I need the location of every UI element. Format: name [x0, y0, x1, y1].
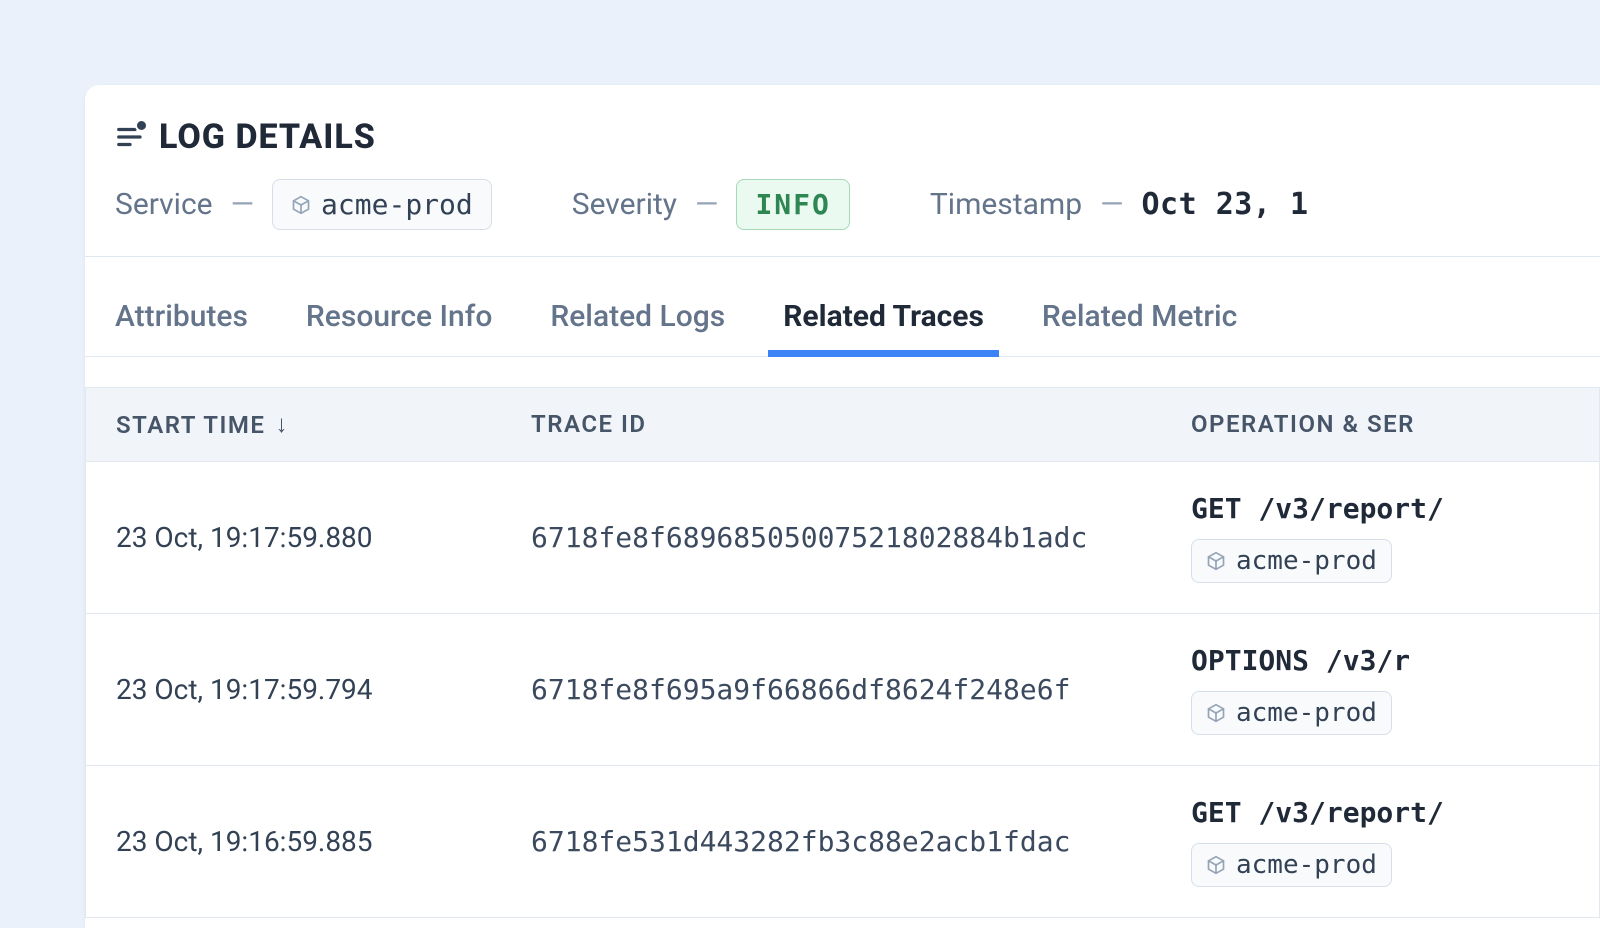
table-row[interactable]: 23 Oct, 19:16:59.885 6718fe531d443282fb3…	[86, 766, 1599, 917]
service-chip[interactable]: acme-prod	[1191, 539, 1392, 583]
timestamp-label: Timestamp	[930, 187, 1082, 222]
table-row[interactable]: 23 Oct, 19:17:59.880 6718fe8f68968505007…	[86, 462, 1599, 614]
cell-trace-id: 6718fe8f68968505007521802884b1adc	[531, 521, 1191, 554]
title-row: LOG DETAILS	[115, 117, 1570, 157]
tab-related-logs[interactable]: Related Logs	[550, 299, 725, 356]
sort-descending-icon: ↓	[275, 410, 289, 439]
cell-start-time: 23 Oct, 19:17:59.880	[116, 521, 531, 554]
meta-timestamp: Timestamp — Oct 23, 1	[930, 187, 1309, 222]
meta-service: Service — acme-prod	[115, 179, 492, 230]
cell-operation: GET /v3/report/ acme-prod	[1191, 796, 1569, 887]
operation-text: GET /v3/report/	[1191, 492, 1569, 525]
col-header-start-time[interactable]: START TIME ↓	[116, 410, 531, 439]
tab-attributes[interactable]: Attributes	[115, 299, 248, 356]
meta-row: Service — acme-prod Severity —	[115, 179, 1570, 256]
cell-operation: OPTIONS /v3/r acme-prod	[1191, 644, 1569, 735]
cell-start-time: 23 Oct, 19:16:59.885	[116, 825, 531, 858]
severity-badge: INFO	[736, 179, 849, 230]
service-chip-label: acme-prod	[1236, 850, 1377, 880]
cube-icon	[291, 195, 311, 215]
service-label: Service	[115, 187, 213, 222]
cell-trace-id: 6718fe8f695a9f66866df8624f248e6f	[531, 673, 1191, 706]
tab-related-traces[interactable]: Related Traces	[783, 299, 984, 356]
tab-resource-info[interactable]: Resource Info	[306, 299, 492, 356]
operation-text: GET /v3/report/	[1191, 796, 1569, 829]
cell-start-time: 23 Oct, 19:17:59.794	[116, 673, 531, 706]
col-header-trace-id[interactable]: TRACE ID	[531, 410, 1191, 439]
panel-header: LOG DETAILS Service — acme-prod	[85, 85, 1600, 257]
page-title: LOG DETAILS	[159, 117, 376, 157]
severity-label: Severity	[572, 187, 677, 222]
table-header: START TIME ↓ TRACE ID OPERATION & SER	[86, 387, 1599, 462]
service-chip[interactable]: acme-prod	[272, 179, 492, 230]
table-row[interactable]: 23 Oct, 19:17:59.794 6718fe8f695a9f66866…	[86, 614, 1599, 766]
log-details-icon	[115, 122, 145, 152]
service-chip-label: acme-prod	[1236, 698, 1377, 728]
timestamp-value: Oct 23, 1	[1142, 187, 1309, 222]
service-chip-label: acme-prod	[1236, 546, 1377, 576]
severity-value: INFO	[755, 188, 830, 221]
service-value: acme-prod	[321, 188, 473, 221]
cube-icon	[1206, 551, 1226, 571]
meta-severity: Severity — INFO	[572, 179, 850, 230]
cell-operation: GET /v3/report/ acme-prod	[1191, 492, 1569, 583]
col-start-time-label: START TIME	[116, 411, 265, 439]
cube-icon	[1206, 855, 1226, 875]
service-chip[interactable]: acme-prod	[1191, 691, 1392, 735]
col-header-operation[interactable]: OPERATION & SER	[1191, 410, 1569, 439]
tab-related-metrics[interactable]: Related Metric	[1042, 299, 1237, 356]
cube-icon	[1206, 703, 1226, 723]
cell-trace-id: 6718fe531d443282fb3c88e2acb1fdac	[531, 825, 1191, 858]
service-chip[interactable]: acme-prod	[1191, 843, 1392, 887]
operation-text: OPTIONS /v3/r	[1191, 644, 1569, 677]
tabs: Attributes Resource Info Related Logs Re…	[85, 257, 1600, 357]
log-details-panel: LOG DETAILS Service — acme-prod	[85, 85, 1600, 928]
traces-table: START TIME ↓ TRACE ID OPERATION & SER 23…	[85, 387, 1600, 918]
